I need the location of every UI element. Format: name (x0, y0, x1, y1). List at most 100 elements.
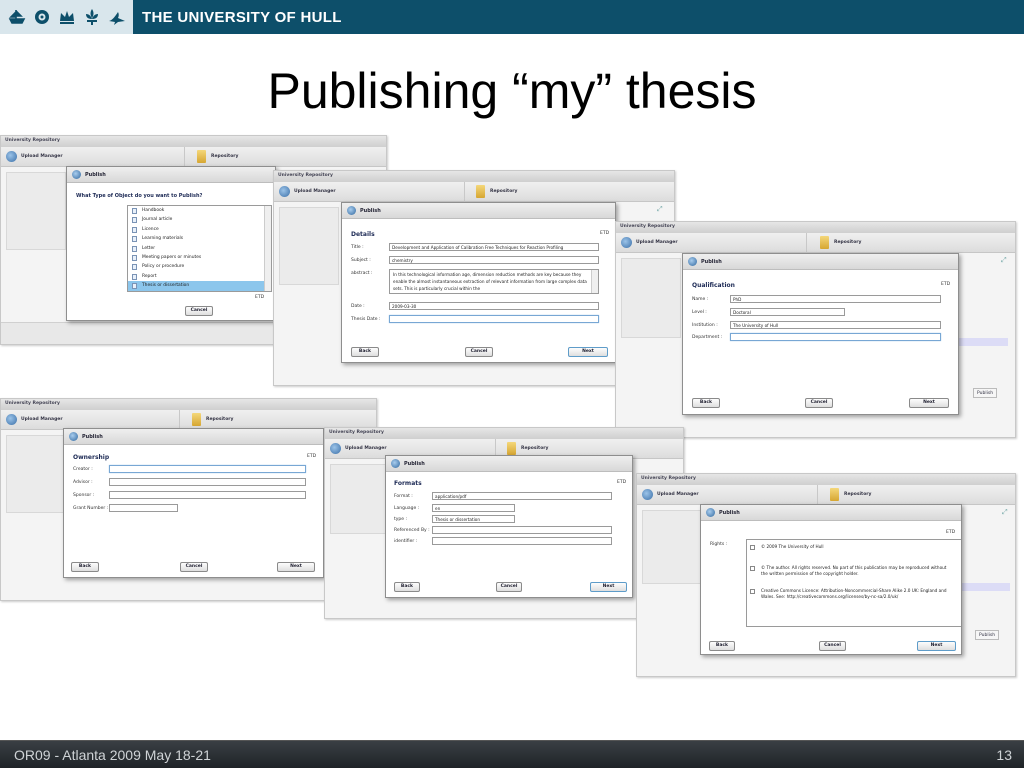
list-item[interactable]: Journal article (128, 215, 271, 224)
checkbox[interactable] (750, 589, 755, 594)
institution-field[interactable]: The University of Hull (730, 321, 941, 329)
cancel-button[interactable]: Cancel (819, 641, 846, 651)
repository-tab[interactable]: Repository (490, 189, 517, 194)
app-navbar: Upload Manager Repository (1, 147, 386, 167)
identifier-field[interactable] (432, 537, 612, 545)
publish-dialog-title: Publish (82, 434, 103, 440)
etd-label: ETD (307, 454, 317, 459)
object-type-question: What Type of Object do you want to Publi… (76, 193, 203, 199)
rights-option[interactable]: © The author. All rights reserved. No pa… (747, 565, 961, 577)
grant-number-field[interactable] (109, 504, 178, 512)
next-button[interactable]: Next (277, 562, 315, 572)
list-item[interactable]: Meeting papers or minutes (128, 253, 271, 262)
publish-icon (706, 508, 715, 517)
cancel-button[interactable]: Cancel (185, 306, 213, 316)
department-field[interactable] (730, 333, 941, 341)
cancel-button[interactable]: Cancel (180, 562, 208, 572)
advisor-field[interactable] (109, 478, 306, 486)
publish-button[interactable]: Publish (973, 388, 998, 398)
rights-option[interactable]: © 2009 The University of Hull (747, 544, 961, 550)
repository-tab[interactable]: Repository (834, 240, 861, 245)
upload-manager-tab[interactable]: Upload Manager (636, 240, 678, 245)
slide: THE UNIVERSITY OF HULL Publishing “my” t… (0, 0, 1024, 768)
publish-dialog: Publish Qualification ETD Name : PhD Lev… (682, 253, 959, 415)
abstract-textarea[interactable]: In this technological information age, d… (389, 269, 599, 294)
type-field[interactable]: Thesis or dissertation (432, 515, 515, 523)
language-field[interactable]: en (432, 504, 515, 512)
list-item[interactable]: Learning materials (128, 234, 271, 243)
repository-icon[interactable] (830, 488, 839, 501)
upload-manager-tab[interactable]: Upload Manager (657, 492, 699, 497)
list-item-selected[interactable]: Thesis or dissertation (128, 281, 271, 291)
repository-tab[interactable]: Repository (206, 417, 233, 422)
repository-icon[interactable] (192, 413, 201, 426)
upload-manager-icon[interactable] (6, 414, 17, 425)
back-button[interactable]: Back (692, 398, 720, 408)
list-item[interactable]: Licence (128, 225, 271, 234)
upload-manager-tab[interactable]: Upload Manager (21, 417, 63, 422)
cancel-button[interactable]: Cancel (465, 347, 493, 357)
university-name: THE UNIVERSITY OF HULL (142, 9, 342, 26)
screenshot-formats: University Repository Upload Manager Rep… (324, 427, 684, 619)
level-label: Level : (692, 310, 707, 315)
cancel-button[interactable]: Cancel (805, 398, 833, 408)
repository-tab[interactable]: Repository (521, 446, 548, 451)
grant-number-label: Grant Number : (73, 506, 109, 511)
next-button[interactable]: Next (917, 641, 956, 651)
etd-label: ETD (946, 530, 956, 535)
next-button[interactable]: Next (590, 582, 627, 592)
upload-manager-tab[interactable]: Upload Manager (294, 189, 336, 194)
next-button[interactable]: Next (909, 398, 949, 408)
name-field[interactable]: PhD (730, 295, 941, 303)
repository-icon[interactable] (197, 150, 206, 163)
upload-manager-icon[interactable] (330, 443, 341, 454)
list-scrollbar[interactable] (264, 206, 271, 291)
upload-manager-icon[interactable] (6, 151, 17, 162)
rights-option[interactable]: Creative Commons Licence: Attribution-No… (747, 588, 961, 600)
upload-manager-icon[interactable] (279, 186, 290, 197)
level-field[interactable]: Doctoral (730, 308, 845, 316)
upload-manager-tab[interactable]: Upload Manager (345, 446, 387, 451)
list-item-label: Learning materials (142, 236, 184, 242)
back-button[interactable]: Back (351, 347, 379, 357)
creator-label: Creator : (73, 467, 93, 472)
next-button[interactable]: Next (568, 347, 608, 357)
upload-manager-icon[interactable] (621, 237, 632, 248)
format-field[interactable]: application/pdf (432, 492, 612, 500)
repository-icon[interactable] (820, 236, 829, 249)
list-item[interactable]: Policy or procedure (128, 262, 271, 271)
sponsor-field[interactable] (109, 491, 306, 499)
subject-field[interactable]: chemistry (389, 256, 599, 264)
list-item[interactable]: Letter (128, 244, 271, 253)
list-item[interactable]: Handbook (128, 206, 271, 215)
expand-icon[interactable]: ⤢ (1001, 256, 1007, 265)
publish-dialog-title: Publish (701, 259, 722, 265)
list-item[interactable]: Report (128, 272, 271, 281)
expand-icon[interactable]: ⤢ (657, 205, 663, 214)
checkbox[interactable] (750, 566, 755, 571)
repository-tab[interactable]: Repository (211, 154, 238, 159)
details-heading: Details (351, 231, 375, 238)
publish-dialog: Publish Formats ETD Format : application… (385, 455, 633, 598)
title-field[interactable]: Development and Application of Calibrati… (389, 243, 599, 251)
upload-manager-icon[interactable] (642, 489, 653, 500)
publish-button[interactable]: Publish (975, 630, 1000, 640)
back-button[interactable]: Back (394, 582, 420, 592)
format-label: Format : (394, 494, 413, 499)
abstract-scrollbar[interactable] (591, 270, 598, 293)
repository-icon[interactable] (476, 185, 485, 198)
back-button[interactable]: Back (709, 641, 735, 651)
referenced-by-field[interactable] (432, 526, 612, 534)
cancel-button[interactable]: Cancel (496, 582, 522, 592)
creator-field[interactable] (109, 465, 306, 473)
expand-icon[interactable]: ⤢ (1002, 508, 1008, 517)
date-field[interactable]: 2009-03-30 (389, 302, 599, 310)
upload-manager-tab[interactable]: Upload Manager (21, 154, 63, 159)
checkbox[interactable] (750, 545, 755, 550)
thesis-date-field[interactable] (389, 315, 599, 323)
repository-tab[interactable]: Repository (844, 492, 871, 497)
object-type-list[interactable]: Handbook Journal article Licence Learnin… (127, 205, 272, 292)
subject-label: Subject : (351, 258, 371, 263)
back-button[interactable]: Back (71, 562, 99, 572)
repository-icon[interactable] (507, 442, 516, 455)
